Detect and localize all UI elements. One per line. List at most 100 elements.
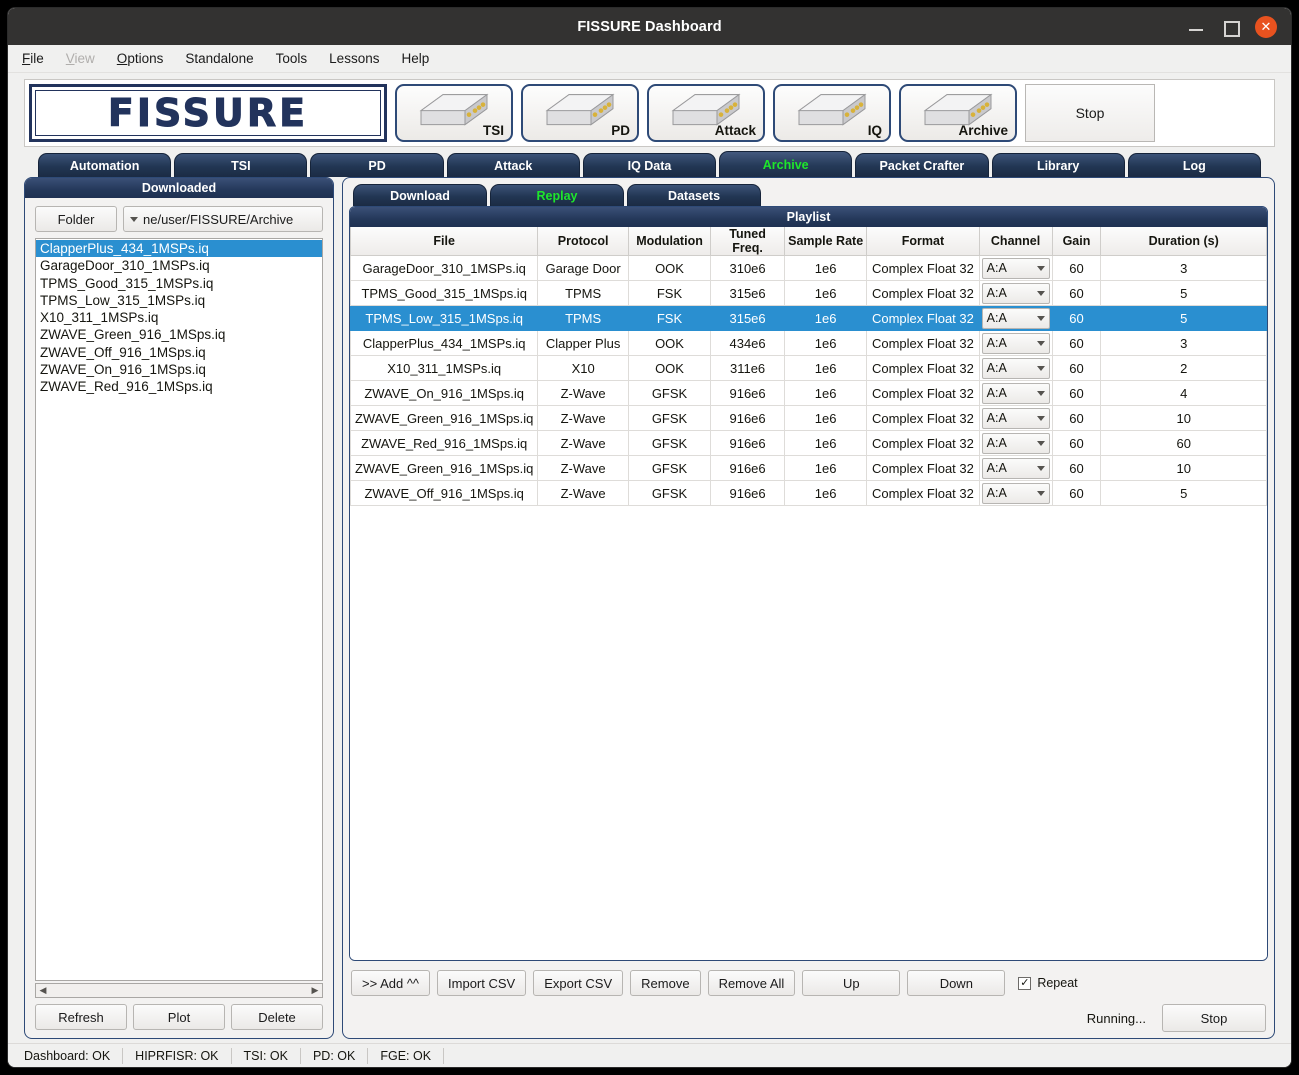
channel-combo[interactable]: A:A — [981, 407, 1050, 429]
cell-protocol[interactable]: Z-Wave — [537, 430, 629, 456]
add-button[interactable]: >> Add ^^ — [351, 970, 431, 996]
channel-combo[interactable]: A:A — [981, 332, 1050, 354]
menu-standalone[interactable]: Standalone — [185, 51, 253, 66]
cell-format[interactable]: Complex Float 32 — [866, 380, 980, 406]
repeat-checkbox[interactable]: ✓ — [1018, 976, 1032, 990]
col-gain[interactable]: Gain — [1051, 227, 1102, 256]
list-item[interactable]: GarageDoor_310_1MSPs.iq — [36, 257, 322, 274]
cell-duration[interactable]: 10 — [1100, 455, 1267, 481]
cell-tuned-freq[interactable]: 916e6 — [710, 430, 786, 456]
cell-protocol[interactable]: TPMS — [537, 280, 629, 306]
cell-channel[interactable]: A:A — [978, 355, 1053, 381]
cell-file[interactable]: GarageDoor_310_1MSPs.iq — [350, 255, 539, 281]
cell-tuned-freq[interactable]: 311e6 — [710, 355, 786, 381]
cell-gain[interactable]: 60 — [1051, 405, 1102, 431]
cell-file[interactable]: TPMS_Low_315_1MSps.iq — [350, 305, 539, 331]
col-tuned-freq[interactable]: Tuned Freq. — [710, 227, 786, 256]
device-button-pd[interactable]: PD — [521, 84, 639, 142]
channel-combo[interactable]: A:A — [981, 307, 1050, 329]
scroll-left-icon[interactable]: ◀ — [36, 985, 50, 996]
cell-channel[interactable]: A:A — [978, 430, 1053, 456]
col-modulation[interactable]: Modulation — [627, 227, 712, 256]
col-protocol[interactable]: Protocol — [537, 227, 629, 256]
cell-channel[interactable]: A:A — [978, 255, 1053, 281]
scroll-right-icon[interactable]: ▶ — [308, 985, 322, 996]
cell-duration[interactable]: 5 — [1100, 280, 1267, 306]
minimize-icon[interactable] — [1187, 18, 1205, 36]
cell-channel[interactable]: A:A — [978, 480, 1053, 506]
cell-file[interactable]: ClapperPlus_434_1MSPs.iq — [350, 330, 539, 356]
cell-gain[interactable]: 60 — [1051, 480, 1102, 506]
maximize-icon[interactable] — [1221, 18, 1240, 37]
archive-path-combo[interactable]: ne/user/FISSURE/Archive — [123, 206, 323, 232]
cell-gain[interactable]: 60 — [1051, 280, 1102, 306]
table-row[interactable]: X10_311_1MSPs.iq X10 OOK 311e6 1e6 Complex Fl… — [350, 355, 1267, 381]
cell-duration[interactable]: 4 — [1100, 380, 1267, 406]
cell-gain[interactable]: 60 — [1051, 305, 1102, 331]
cell-modulation[interactable]: GFSK — [627, 380, 712, 406]
delete-button[interactable]: Delete — [231, 1004, 323, 1030]
up-button[interactable]: Up — [802, 970, 901, 996]
playlist-stop-button[interactable]: Stop — [1162, 1004, 1266, 1032]
cell-protocol[interactable]: TPMS — [537, 305, 629, 331]
cell-file[interactable]: ZWAVE_Off_916_1MSps.iq — [350, 480, 539, 506]
tab-packet-crafter[interactable]: Packet Crafter — [855, 153, 989, 177]
menu-file[interactable]: File — [22, 51, 44, 66]
cell-channel[interactable]: A:A — [978, 280, 1053, 306]
plot-button[interactable]: Plot — [133, 1004, 225, 1030]
cell-sample-rate[interactable]: 1e6 — [784, 305, 868, 331]
cell-tuned-freq[interactable]: 916e6 — [710, 455, 786, 481]
cell-protocol[interactable]: X10 — [537, 355, 629, 381]
tab-tsi[interactable]: TSI — [174, 153, 308, 177]
cell-duration[interactable]: 3 — [1100, 255, 1267, 281]
cell-format[interactable]: Complex Float 32 — [866, 255, 980, 281]
cell-modulation[interactable]: OOK — [627, 355, 712, 381]
tab-download[interactable]: Download — [353, 184, 487, 206]
cell-sample-rate[interactable]: 1e6 — [784, 280, 868, 306]
cell-file[interactable]: ZWAVE_Green_916_1MSps.iq — [350, 405, 539, 431]
cell-gain[interactable]: 60 — [1051, 430, 1102, 456]
tab-replay[interactable]: Replay — [490, 184, 624, 206]
channel-combo[interactable]: A:A — [981, 357, 1050, 379]
list-item[interactable]: TPMS_Low_315_1MSPs.iq — [36, 292, 322, 309]
cell-protocol[interactable]: Z-Wave — [537, 455, 629, 481]
cell-sample-rate[interactable]: 1e6 — [784, 255, 868, 281]
cell-file[interactable]: ZWAVE_On_916_1MSps.iq — [350, 380, 539, 406]
tab-archive[interactable]: Archive — [719, 151, 853, 177]
table-row[interactable]: ZWAVE_Green_916_1MSps.iq Z-Wave GFSK 916e6 1… — [350, 455, 1267, 481]
cell-duration[interactable]: 5 — [1100, 480, 1267, 506]
cell-format[interactable]: Complex Float 32 — [866, 480, 980, 506]
cell-file[interactable]: X10_311_1MSPs.iq — [350, 355, 539, 381]
list-item[interactable]: ZWAVE_Off_916_1MSps.iq — [36, 344, 322, 361]
table-row[interactable]: ZWAVE_Off_916_1MSps.iq Z-Wave GFSK 916e6 1e6… — [350, 480, 1267, 506]
repeat-checkbox-group[interactable]: ✓ Repeat — [1018, 976, 1078, 990]
cell-file[interactable]: TPMS_Good_315_1MSps.iq — [350, 280, 539, 306]
channel-combo[interactable]: A:A — [981, 282, 1050, 304]
cell-channel[interactable]: A:A — [978, 405, 1053, 431]
import-csv-button[interactable]: Import CSV — [437, 970, 527, 996]
cell-modulation[interactable]: FSK — [627, 280, 712, 306]
cell-gain[interactable]: 60 — [1051, 255, 1102, 281]
table-row[interactable]: TPMS_Good_315_1MSps.iq TPMS FSK 315e6 1e6 Com… — [350, 280, 1267, 306]
table-row[interactable]: ClapperPlus_434_1MSPs.iq Clapper Plus OOK 4… — [350, 330, 1267, 356]
cell-sample-rate[interactable]: 1e6 — [784, 380, 868, 406]
table-row[interactable]: ZWAVE_Green_916_1MSps.iq Z-Wave GFSK 916e6 1… — [350, 405, 1267, 431]
cell-tuned-freq[interactable]: 916e6 — [710, 405, 786, 431]
channel-combo[interactable]: A:A — [981, 482, 1050, 504]
tab-iq-data[interactable]: IQ Data — [582, 153, 717, 177]
cell-modulation[interactable]: GFSK — [627, 455, 712, 481]
cell-duration[interactable]: 2 — [1100, 355, 1267, 381]
file-list-horizontal-scrollbar[interactable]: ◀ ▶ — [35, 983, 323, 998]
cell-sample-rate[interactable]: 1e6 — [784, 330, 868, 356]
col-format[interactable]: Format — [866, 227, 980, 256]
cell-format[interactable]: Complex Float 32 — [866, 305, 980, 331]
cell-channel[interactable]: A:A — [978, 455, 1053, 481]
cell-tuned-freq[interactable]: 916e6 — [710, 380, 786, 406]
list-item[interactable]: TPMS_Good_315_1MSPs.iq — [36, 275, 322, 292]
channel-combo[interactable]: A:A — [981, 257, 1050, 279]
cell-sample-rate[interactable]: 1e6 — [784, 355, 868, 381]
refresh-button[interactable]: Refresh — [35, 1004, 127, 1030]
tab-log[interactable]: Log — [1127, 153, 1261, 177]
col-channel[interactable]: Channel — [978, 227, 1053, 256]
cell-gain[interactable]: 60 — [1051, 455, 1102, 481]
